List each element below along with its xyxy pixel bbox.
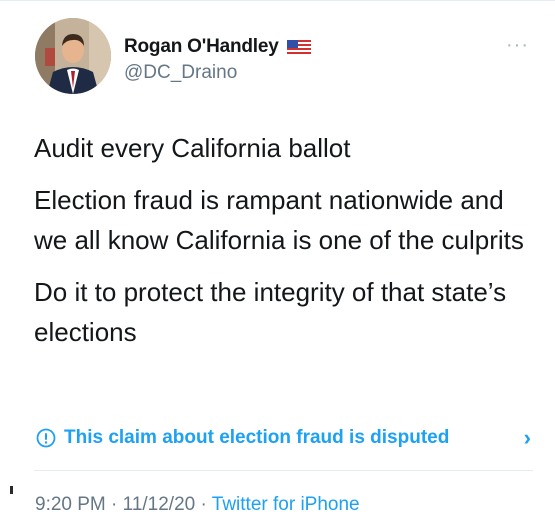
tweet-source-link[interactable]: Twitter for iPhone	[212, 494, 360, 515]
avatar-image	[35, 18, 111, 94]
us-flag-icon	[286, 39, 311, 55]
more-options-icon[interactable]: ···	[506, 34, 529, 57]
tweet-paragraph: Audit every California ballot	[34, 133, 351, 163]
tweet-meta: 9:20 PM · 11/12/20 · Twitter for iPhone	[35, 494, 360, 516]
tweet-text: Audit every California ballot Election f…	[34, 128, 544, 364]
meta-separator: ·	[195, 494, 212, 515]
chevron-right-icon[interactable]: ›	[524, 425, 531, 451]
top-divider	[0, 0, 555, 1]
disputed-claim-text[interactable]: This claim about election fraud is dispu…	[64, 427, 524, 449]
exclamation-circle-icon	[36, 428, 56, 448]
meta-separator: ·	[105, 494, 123, 515]
user-name-row[interactable]: Rogan O'Handley	[124, 36, 311, 58]
user-handle[interactable]: @DC_Draino	[124, 62, 237, 84]
avatar[interactable]	[35, 18, 111, 94]
display-name[interactable]: Rogan O'Handley	[124, 36, 279, 58]
disputed-claim-notice[interactable]: This claim about election fraud is dispu…	[36, 425, 531, 451]
tweet-time[interactable]: 9:20 PM	[35, 494, 106, 515]
tweet-paragraph: Election fraud is rampant nationwide and…	[34, 185, 524, 255]
edge-mark	[10, 486, 13, 494]
tweet-date[interactable]: 11/12/20	[123, 494, 196, 515]
tweet-paragraph: Do it to protect the integrity of that s…	[34, 277, 507, 347]
meta-divider	[34, 470, 533, 471]
tweet-card: Rogan O'Handley @DC_Draino ··· Audit eve…	[0, 0, 555, 530]
